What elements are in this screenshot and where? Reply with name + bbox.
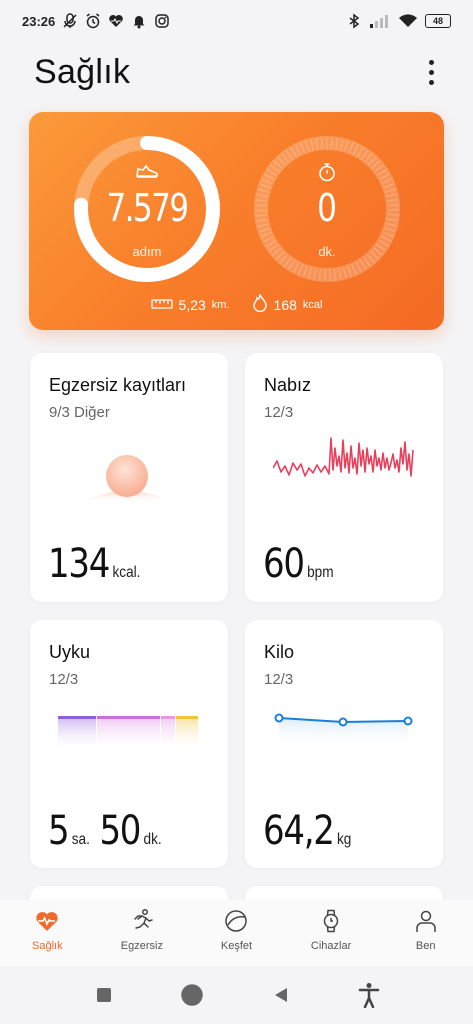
heart-rate-sparkline [272,428,415,493]
heart-app-icon [108,13,124,29]
exercise-calories-value: 134 [48,541,110,587]
weight-date: 12/3 [264,671,294,688]
weight-trend-chart [269,708,419,753]
weight-reading: 64,2 kg [263,808,351,854]
running-icon [134,908,153,929]
nav-label-exercise: Egzersiz [120,940,163,952]
heart-rate-tile[interactable]: Nabız 12/3 60 bpm [245,353,443,602]
sleep-stages-chart [58,716,200,757]
nav-label-health: Sağlık [32,940,63,952]
status-left: 23:26 [22,13,170,29]
sleep-minutes: 50 [99,808,141,854]
activity-summary-card[interactable]: 7.579 adım 0 dk. 5,23 km. 168 kcal [29,112,444,330]
system-navigation-bar [0,966,473,1024]
square-icon [97,988,112,1002]
recent-apps-button[interactable] [91,982,117,1008]
circle-icon [181,984,204,1006]
calories-item: 168 kcal [252,292,323,315]
instagram-icon [154,13,170,29]
weight-unit: kg [337,831,352,848]
discover-icon [225,910,248,932]
status-right: 48 [346,13,451,29]
steps-value: 7.579 [106,186,189,230]
muted-mic-icon [62,13,78,29]
distance-item: 5,23 km. [150,294,230,315]
exercise-calories: 134 kcal. [48,541,140,587]
ruler-icon [150,297,173,313]
exercise-calories-unit: kcal. [112,564,141,581]
nav-label-devices: Cihazlar [310,940,352,952]
nav-item-discover[interactable]: Keşfet [189,900,284,966]
sleep-tile[interactable]: Uyku 12/3 5 sa. 50 dk. [30,620,228,868]
sleep-date: 12/3 [49,671,79,688]
calories-unit: kcal [302,298,323,311]
person-icon [415,910,436,932]
exercise-records-title: Egzersiz kayıtları [49,375,187,395]
more-options-icon[interactable] [419,52,443,92]
heart-rate-title: Nabız [264,375,312,395]
nav-item-me[interactable]: Ben [378,900,473,966]
sleep-minutes-unit: dk. [143,831,162,848]
next-tile-right[interactable] [245,886,443,900]
header: Sağlık [0,44,473,100]
heart-rate-value: 60 [263,541,305,587]
battery-icon: 48 [425,14,451,28]
exercise-records-tile[interactable]: Egzersiz kayıtları 9/3 Diğer 134 kcal. [30,353,228,602]
bluetooth-icon [346,13,362,29]
sleep-hours-unit: sa. [71,831,90,848]
active-minutes-unit: dk. [318,244,336,259]
steps-ring[interactable]: 7.579 adım [72,134,222,284]
watch-icon [323,909,339,933]
sleep-duration: 5 sa. 50 dk. [48,808,162,854]
bottom-navigation: Sağlık Egzersiz Keşfet Cihazlar Ben [0,900,473,966]
active-minutes-ring[interactable]: 0 dk. [252,134,402,284]
heart-pulse-icon [36,912,58,931]
nav-item-health[interactable]: Sağlık [0,900,95,966]
steps-unit: adım [132,244,162,259]
triangle-back-icon [274,988,287,1002]
exercise-records-date: 9/3 Diğer [49,404,110,421]
accessibility-button[interactable] [356,982,382,1008]
signal-icon [369,13,391,29]
heart-rate-date: 12/3 [264,404,294,421]
active-minutes-value: 0 [317,186,337,230]
back-button[interactable] [268,982,294,1008]
home-button[interactable] [179,982,205,1008]
alarm-icon [85,13,101,29]
heart-rate-reading: 60 bpm [263,541,334,587]
distance-value: 5,23 [178,296,206,313]
nav-label-discover: Keşfet [220,940,253,952]
weight-value: 64,2 [263,808,335,854]
bell-icon [131,13,147,29]
status-time: 23:26 [22,13,56,29]
summary-footer: 5,23 km. 168 kcal [29,292,444,315]
nav-label-me: Ben [415,940,436,952]
flame-icon [252,292,268,315]
nav-item-exercise[interactable]: Egzersiz [95,900,190,966]
calories-value: 168 [273,296,297,313]
status-bar: 23:26 48 [0,0,473,42]
accessibility-icon [358,983,380,1008]
wifi-icon [398,13,418,29]
sleep-hours: 5 [48,808,70,854]
nav-item-devices[interactable]: Cihazlar [284,900,379,966]
page-title: Sağlık [34,52,131,91]
heart-rate-unit: bpm [307,564,334,581]
sleep-title: Uyku [49,642,91,662]
weight-tile[interactable]: Kilo 12/3 64,2 kg [245,620,443,868]
next-tile-left[interactable] [30,886,228,900]
distance-unit: km. [211,298,230,311]
exercise-illustration [82,448,172,513]
weight-title: Kilo [264,642,295,662]
